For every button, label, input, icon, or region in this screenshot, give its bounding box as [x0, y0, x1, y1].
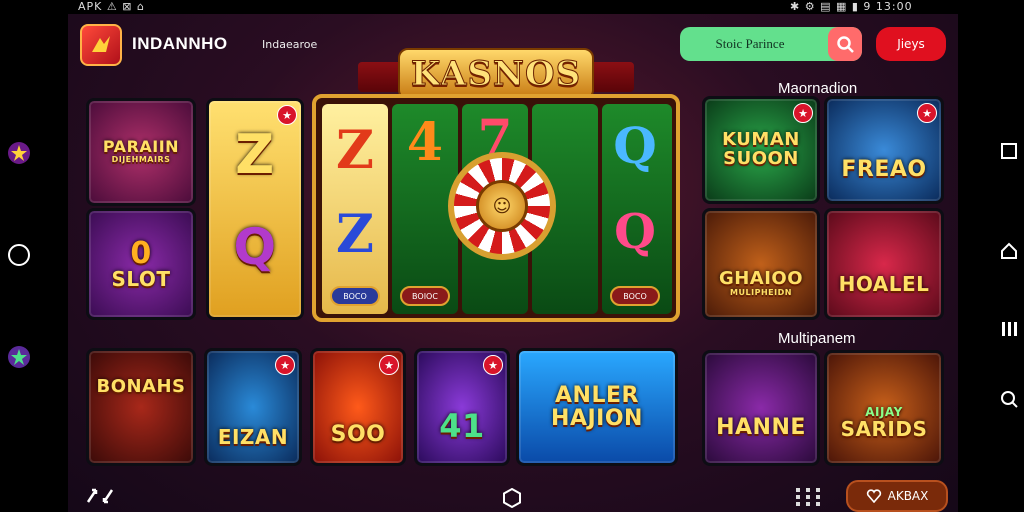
- banner-title: KASNOS: [410, 54, 582, 95]
- tile-label: 41: [439, 407, 485, 446]
- brand-name: INDANNHO: [132, 34, 228, 53]
- grid-menu-icon[interactable]: [796, 488, 826, 510]
- game-tile-paraiin[interactable]: PARAIIN DIJEHMAIRS: [86, 98, 196, 206]
- game-tile-hanne[interactable]: HANNE: [702, 350, 820, 466]
- game-tile-ghaioo[interactable]: GHAIOO MULIPHEIDN: [702, 208, 820, 320]
- reel-tile-yellow[interactable]: ★ Z Q: [206, 98, 304, 320]
- tile-label: EIZAN: [217, 424, 289, 449]
- reel-2-button[interactable]: BOIOC: [400, 286, 450, 306]
- game-tile-eizan[interactable]: ★ EIZAN: [204, 348, 302, 466]
- tile-label: ANLER: [555, 382, 639, 408]
- roulette-wheel-icon[interactable]: ☺: [448, 152, 556, 260]
- left-system-rail: [0, 14, 68, 512]
- game-tile-slot[interactable]: 0 SLOT: [86, 208, 196, 320]
- hot-badge-icon: ★: [275, 355, 295, 375]
- banner-plate: KASNOS: [398, 48, 594, 100]
- hot-badge-icon: ★: [483, 355, 503, 375]
- brand-subtitle: Indaearoe: [262, 38, 318, 51]
- search-bar: [680, 27, 862, 61]
- status-right: ✱ ⚙ ▤ ▦ ▮ 9 13:00: [790, 0, 913, 13]
- search-icon: [837, 36, 854, 53]
- tile-sublabel: HAJION: [551, 406, 643, 431]
- hot-badge-icon: ★: [917, 103, 937, 123]
- swap-icon[interactable]: [82, 484, 118, 508]
- slot-machine[interactable]: Z Z BOCO 4 BOIOC 7 Q Q BOCO ☺: [312, 94, 680, 322]
- search-input[interactable]: [680, 27, 820, 61]
- recents-nav-icon[interactable]: [996, 316, 1022, 342]
- section-label-bottom: Multipanem: [778, 330, 856, 347]
- tile-label: SARIDS: [840, 416, 928, 441]
- tile-label: HANNE: [716, 415, 806, 441]
- reel-symbol-bottom: Z: [336, 204, 374, 265]
- hexagon-home-icon[interactable]: [502, 487, 522, 512]
- reel-1: Z Z BOCO: [322, 104, 388, 314]
- tile-label: HOALEL: [838, 271, 930, 296]
- heart-icon: [866, 489, 881, 503]
- status-bar: APK ⚠ ⊠ ⌂ ✱ ⚙ ▤ ▦ ▮ 9 13:00: [0, 0, 1024, 14]
- square-nav-icon[interactable]: [996, 138, 1022, 164]
- reel-symbol-bottom: Q: [614, 204, 656, 260]
- tile-label: SLOT: [111, 267, 171, 292]
- reel-5-button[interactable]: BOCO: [610, 286, 660, 306]
- tile-sublabel: 0: [130, 235, 152, 271]
- tile-sublabel: DIJEHMAIRS: [111, 155, 171, 165]
- play-button[interactable]: Jieys: [876, 27, 946, 61]
- wheel-face-icon: ☺: [476, 180, 528, 232]
- tile-label: GHAIOO: [718, 268, 804, 290]
- reel-symbol-top: Z: [235, 123, 275, 186]
- game-tile-hoalel[interactable]: HOALEL: [824, 208, 944, 320]
- home-nav-icon[interactable]: [996, 238, 1022, 264]
- reel-symbol-top: 4: [406, 112, 444, 173]
- tile-label: SOO: [330, 422, 386, 448]
- tile-label: FREAO: [841, 157, 927, 183]
- tile-label: BONAHS: [96, 375, 186, 397]
- game-tile-kuman-suoon[interactable]: ★ KUMAN SUOON: [702, 96, 820, 204]
- app-logo-icon[interactable]: [80, 24, 122, 66]
- search-nav-icon[interactable]: [996, 386, 1022, 412]
- casino-app: INDANNHO Indaearoe Jieys KASNOS PARAIIN …: [68, 14, 958, 512]
- game-tile-41[interactable]: ★ 41: [414, 348, 510, 466]
- hot-badge-icon: ★: [379, 355, 399, 375]
- reel-symbol-top: Z: [336, 120, 374, 181]
- star-app-icon[interactable]: [6, 140, 32, 166]
- tile-sublabel: MULIPHEIDN: [730, 288, 792, 298]
- status-left: APK ⚠ ⊠ ⌂: [78, 0, 145, 13]
- right-system-rail: [958, 14, 1024, 512]
- tile-label: KUMAN SUOON: [722, 129, 800, 169]
- hot-badge-icon: ★: [793, 103, 813, 123]
- tile-label: PARAIIN: [102, 137, 180, 157]
- section-label-top: Maornadion: [778, 80, 858, 97]
- reel-5: Q Q BOCO: [602, 104, 672, 314]
- reel-symbol-top: Q: [613, 116, 657, 175]
- star-app-icon-2[interactable]: [6, 344, 32, 370]
- bonus-label: AKBAX: [887, 489, 929, 503]
- game-tile-freao[interactable]: ★ FREAO: [824, 96, 944, 204]
- circle-nav-icon[interactable]: [6, 242, 32, 268]
- search-button[interactable]: [828, 27, 862, 61]
- bonus-button[interactable]: AKBAX: [846, 480, 948, 512]
- reel-symbol-bottom: Q: [233, 218, 277, 276]
- game-tile-soo[interactable]: ★ SOO: [310, 348, 406, 466]
- reel-1-button[interactable]: BOCO: [330, 286, 380, 306]
- hot-badge-icon: ★: [277, 105, 297, 125]
- game-tile-bonahs[interactable]: BONAHS: [86, 348, 196, 466]
- game-tile-anler[interactable]: ANLER HAJION: [516, 348, 678, 466]
- game-tile-sarids[interactable]: AIJAY SARIDS: [824, 350, 944, 466]
